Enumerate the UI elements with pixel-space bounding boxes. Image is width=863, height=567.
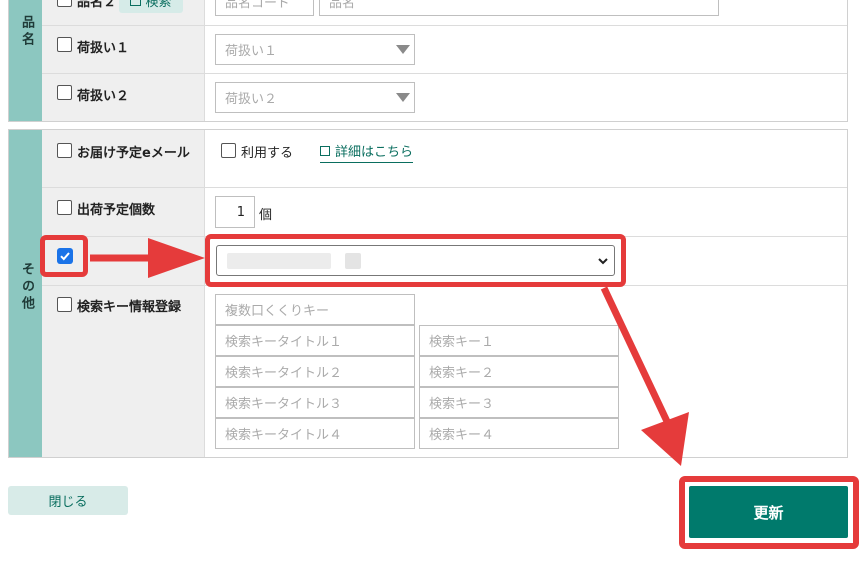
arrow-right-icon xyxy=(90,238,205,278)
annotation-arrows xyxy=(90,238,689,466)
arrow-down-icon xyxy=(600,286,689,466)
